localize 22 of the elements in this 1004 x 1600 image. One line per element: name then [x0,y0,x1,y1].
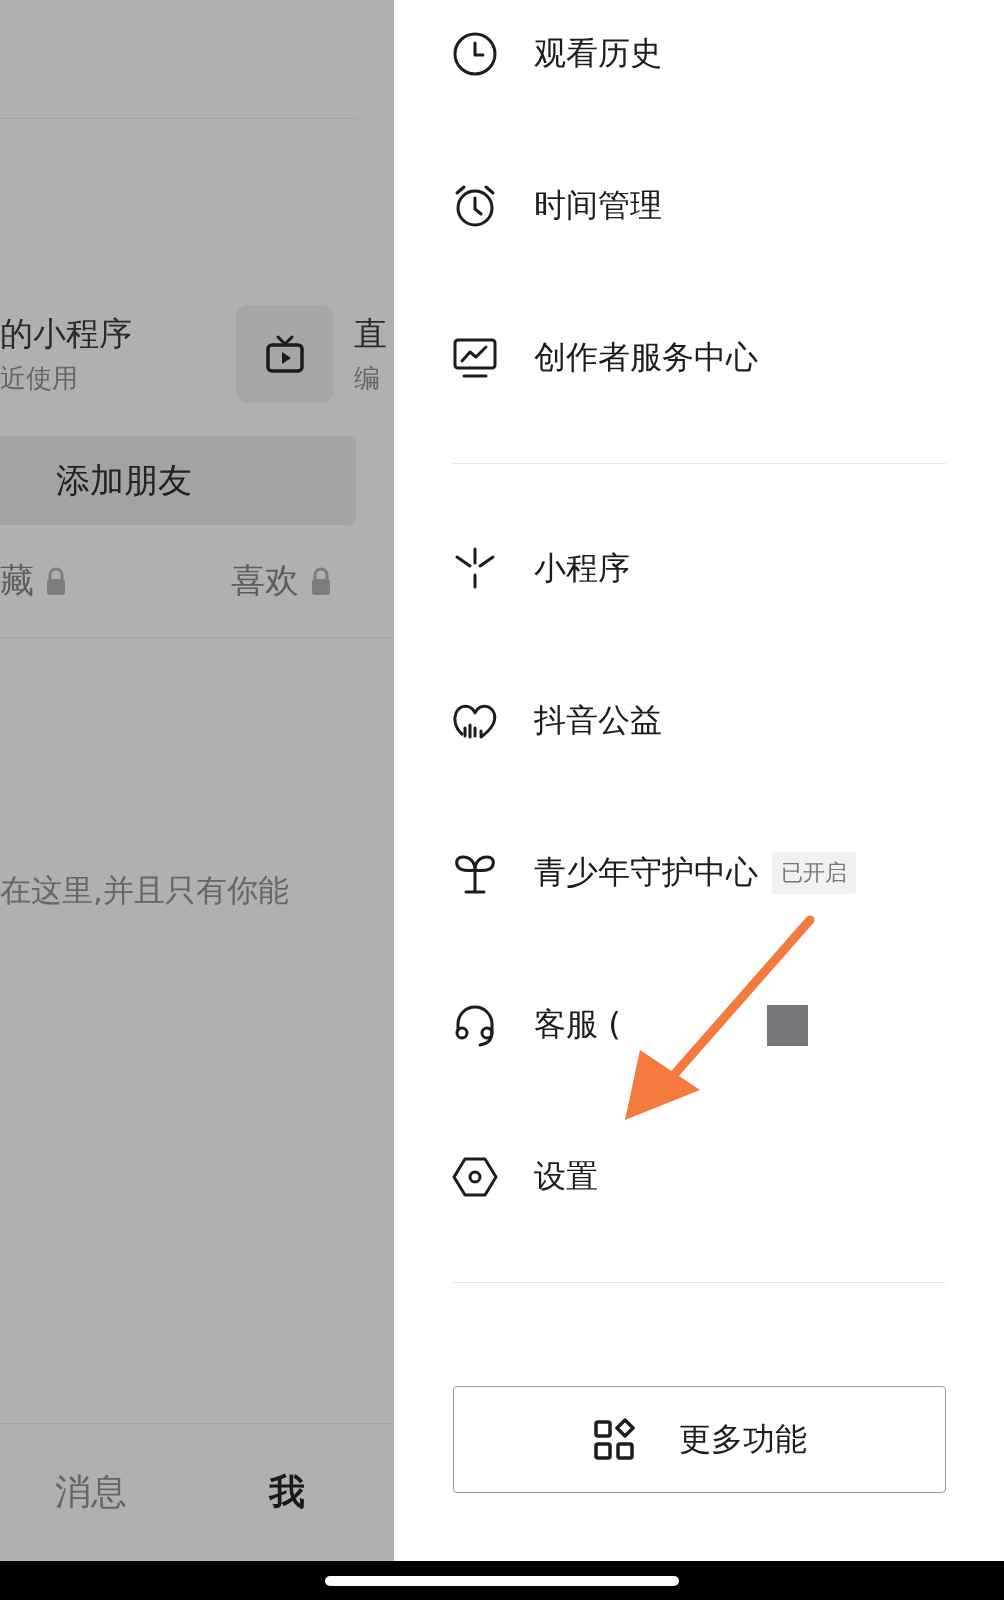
menu-item[interactable]: 设置 [534,1155,598,1199]
tv-icon [263,333,306,375]
home-indicator[interactable] [325,1575,679,1586]
menu-item[interactable]: 创作者服务中心 [534,336,758,380]
status-badge: 已开启 [772,852,856,894]
add-friend-button[interactable]: 添加朋友 [0,436,356,525]
grid-icon [592,1417,637,1462]
live-title: 直 [354,314,387,354]
live-button[interactable] [236,305,333,403]
menu-item[interactable]: 时间管理 [534,184,662,228]
live-subtitle: 编 [354,362,381,394]
more-features-button[interactable]: 更多功能 [453,1386,946,1493]
clock-icon [452,31,498,77]
empty-message: 在这里,并且只有你能 [0,871,290,910]
menu-item[interactable]: 抖音公益 [534,699,662,743]
menu-item[interactable]: 小程序 [534,547,630,591]
nav-tab[interactable]: 我 [269,1468,305,1517]
menu-item[interactable]: 客服 ( [534,1003,621,1047]
mini-program-title: 的小程序 [0,314,132,354]
menu-item[interactable]: 青少年守护中心 [534,851,758,895]
menu-item[interactable]: 观看历史 [534,32,662,76]
mini-program-subtitle: 近使用 [0,362,79,394]
